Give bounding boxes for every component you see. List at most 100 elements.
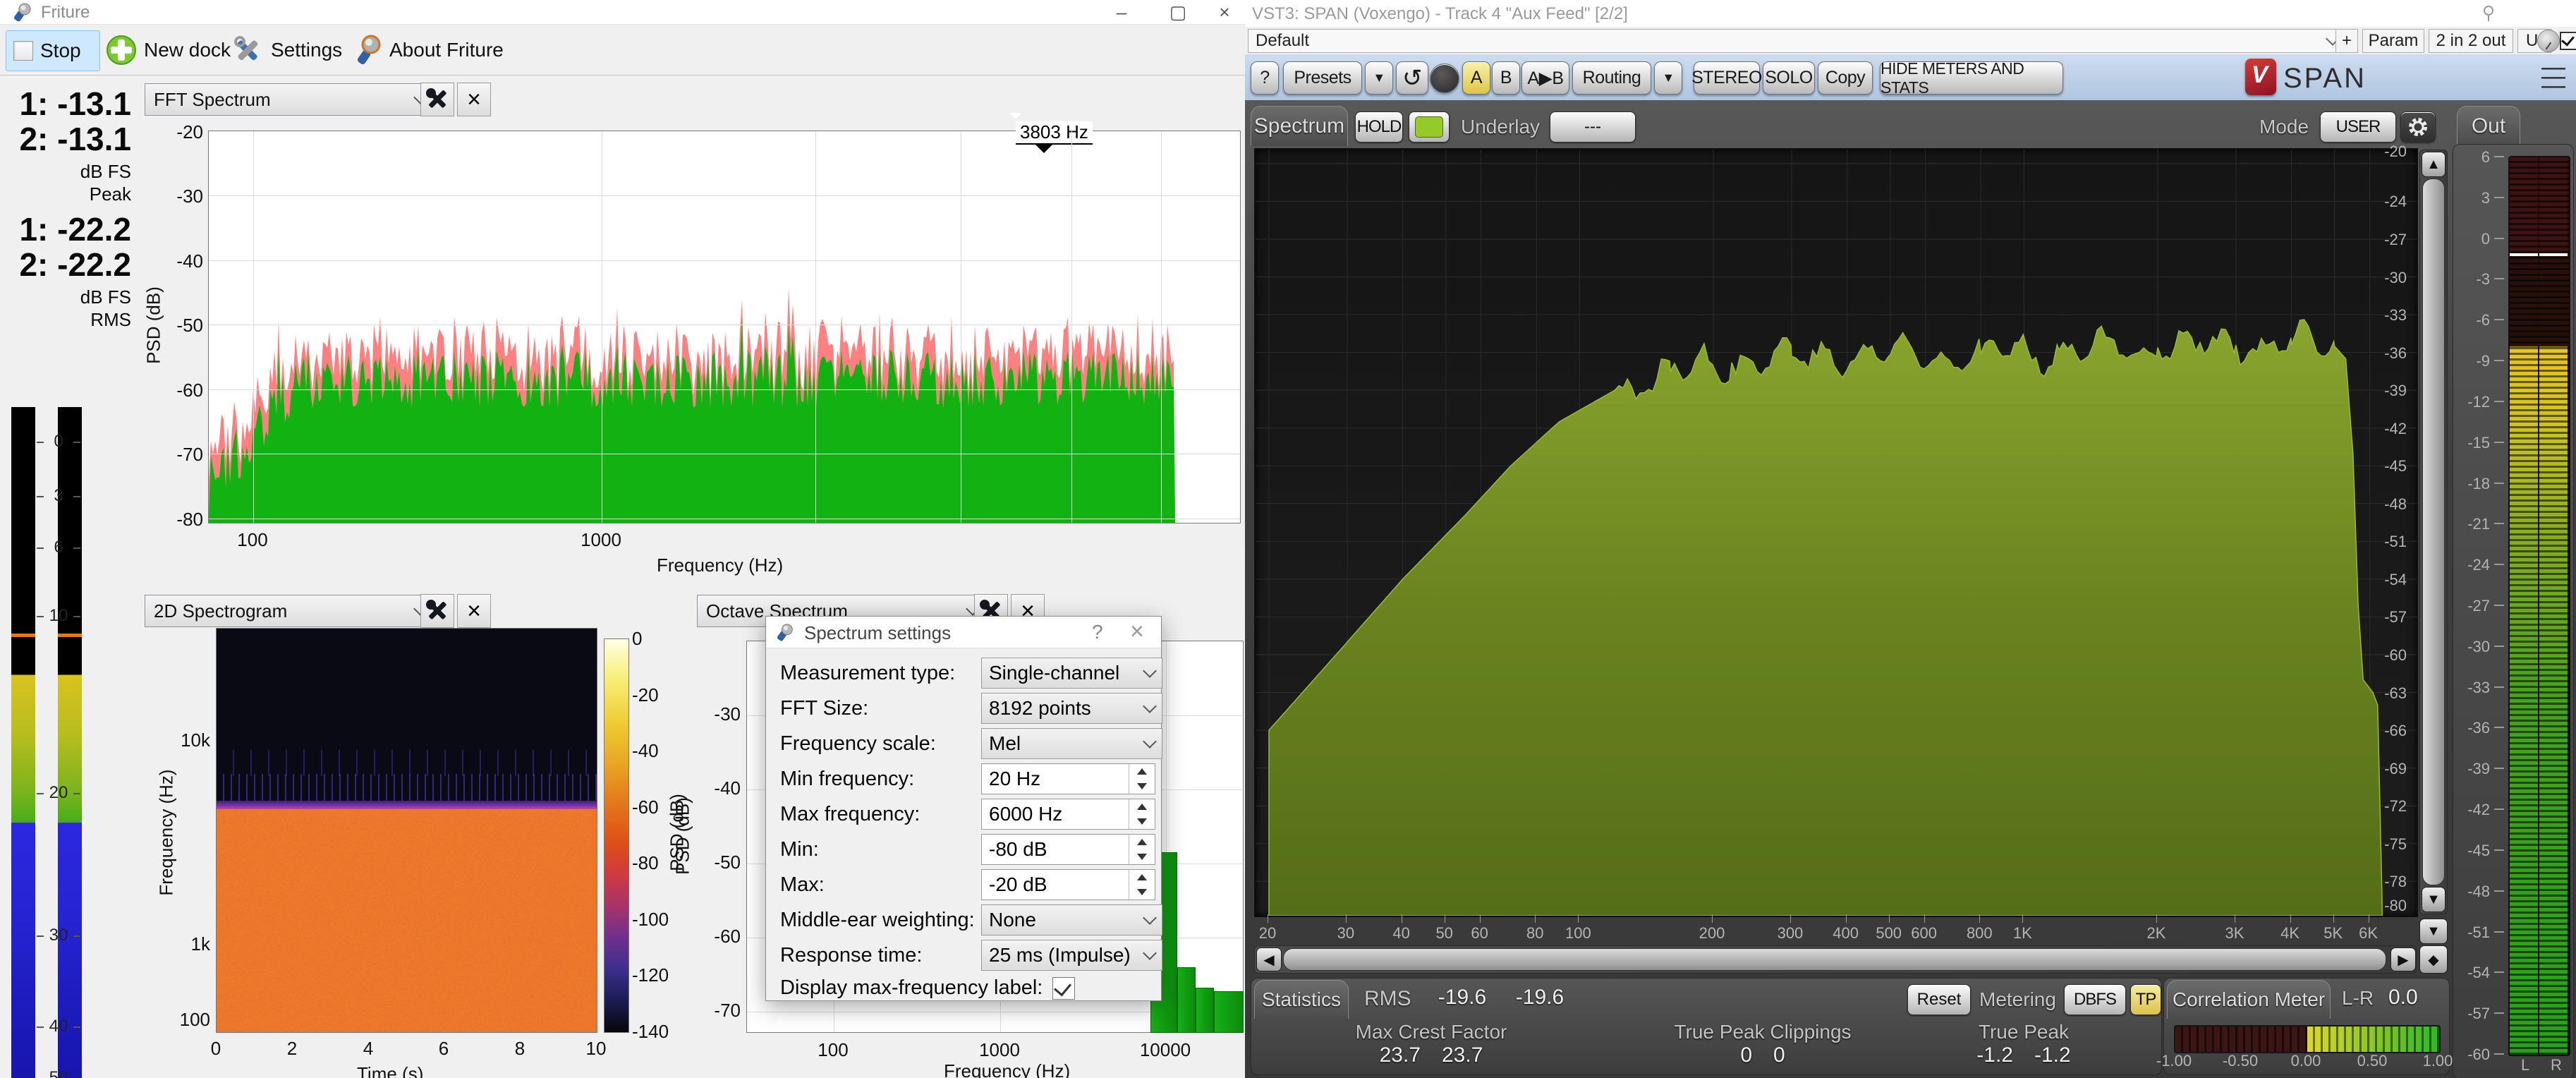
io-button[interactable]: 2 in 2 out <box>2429 29 2513 53</box>
settings-gear-button[interactable] <box>2400 111 2436 143</box>
spin-down-button[interactable] <box>1129 885 1155 900</box>
routing-dropdown-button[interactable]: ▼ <box>1654 61 1682 95</box>
fft-widget-selector-value: FFT Spectrum <box>154 89 271 111</box>
pin-icon[interactable] <box>2479 4 2498 23</box>
new-dock-label: New dock <box>144 39 231 61</box>
a-button[interactable]: A <box>1462 61 1490 95</box>
out-meter-tickmark <box>2494 238 2504 239</box>
tab-spectrum[interactable]: Spectrum <box>1251 106 1348 146</box>
rms-label: RMS <box>1364 987 1411 1011</box>
close-button[interactable]: × <box>1203 3 1246 21</box>
param-button[interactable]: Param <box>2362 29 2424 53</box>
help-button[interactable]: ? <box>1251 61 1279 95</box>
minimize-button[interactable]: – <box>1100 3 1143 21</box>
tp-button[interactable]: TP <box>2130 984 2161 1015</box>
spectrogram-close-button[interactable]: × <box>457 594 491 628</box>
dialog-combo-1[interactable]: 8192 points <box>981 693 1162 724</box>
zoom-vertical-button[interactable]: ▼ <box>2419 919 2448 944</box>
dialog-close-button[interactable]: × <box>1130 618 1144 646</box>
reset-button[interactable]: Reset <box>1907 984 1971 1015</box>
horizontal-scrollbar[interactable]: ◀ ▶ <box>1254 945 2417 974</box>
metering-label: Metering <box>1979 988 2056 1011</box>
out-meter-tickmark <box>2494 646 2504 647</box>
new-dock-button[interactable]: New dock <box>99 30 238 70</box>
scroll-left-button[interactable]: ◀ <box>1256 947 1282 971</box>
b-button[interactable]: B <box>1492 61 1520 95</box>
spin-down-button[interactable] <box>1129 814 1155 829</box>
hold-button[interactable]: HOLD <box>1355 111 1403 143</box>
scroll-down-button[interactable]: ▼ <box>2422 887 2446 912</box>
dialog-combo-0[interactable]: Single-channel <box>981 658 1162 689</box>
scroll-right-button[interactable]: ▶ <box>2390 947 2416 971</box>
spectrogram-widget-selector[interactable]: 2D Spectrogram <box>145 595 435 627</box>
stop-button[interactable]: Stop <box>6 30 100 71</box>
spin-up-button[interactable] <box>1129 764 1155 779</box>
about-mic-icon <box>354 35 382 66</box>
hide-meters-button[interactable]: HIDE METERS AND STATS <box>1880 61 2063 95</box>
solo-button[interactable]: SOLO <box>1763 61 1815 95</box>
scroll-up-button[interactable]: ▲ <box>2422 152 2446 177</box>
dialog-combo-2[interactable]: Mel <box>981 728 1162 759</box>
preset-combo[interactable]: Default <box>1248 29 2345 53</box>
dialog-combo-8[interactable]: 25 ms (Impulse) <box>981 940 1162 971</box>
spin-down-button[interactable] <box>1129 779 1155 794</box>
spectrogram-settings-button[interactable] <box>420 594 454 628</box>
colorbar-tick: -120 <box>632 964 676 986</box>
span-freq-tick: 60 <box>1459 924 1501 943</box>
dbfs-button[interactable]: DBFS <box>2064 984 2126 1015</box>
spin-up-button[interactable] <box>1129 870 1155 885</box>
tab-statistics[interactable]: Statistics <box>1254 980 1349 1019</box>
underlay-button[interactable]: --- <box>1550 111 1636 143</box>
a-to-b-button[interactable]: A▶B <box>1521 61 1569 95</box>
fft-close-button[interactable]: × <box>457 83 491 116</box>
spin-up-button[interactable] <box>1129 835 1155 849</box>
undo-button[interactable]: ↺ <box>1396 61 1428 95</box>
dialog-titlebar[interactable]: Spectrum settings ? × <box>766 617 1161 648</box>
dialog-help-button[interactable]: ? <box>1092 621 1103 643</box>
span-db-tick: -36 <box>2367 344 2407 363</box>
display-max-frequency-checkbox[interactable] <box>1052 977 1075 1000</box>
about-button[interactable]: About Friture <box>347 30 511 70</box>
zoom-horizontal-button[interactable]: ◆ <box>2419 945 2448 974</box>
presets-button[interactable]: Presets <box>1283 61 1362 95</box>
preset-add-button[interactable]: + <box>2335 29 2358 53</box>
spectrum-color-swatch[interactable] <box>1409 111 1450 143</box>
out-meter-tickmark <box>2494 1012 2504 1014</box>
reaper-titlebar[interactable]: VST3: SPAN (Voxengo) - Track 4 "Aux Feed… <box>1245 0 2576 27</box>
span-db-tick: -51 <box>2367 533 2407 551</box>
fx-enable-checkbox[interactable] <box>2560 32 2576 50</box>
mode-button[interactable]: USER <box>2320 111 2396 143</box>
horizontal-scrollbar-thumb[interactable] <box>1283 948 2386 971</box>
copy-button[interactable]: Copy <box>1818 61 1873 95</box>
vertical-scrollbar[interactable]: ▲ ▼ <box>2419 150 2448 914</box>
fft-widget-selector[interactable]: FFT Spectrum <box>145 83 435 116</box>
routing-button[interactable]: Routing <box>1572 61 1651 95</box>
fft-ytick: -20 <box>164 121 203 143</box>
dialog-combo-7[interactable]: None <box>981 904 1162 935</box>
vertical-scrollbar-thumb[interactable] <box>2422 178 2445 885</box>
tab-out[interactable]: Out <box>2457 106 2520 146</box>
menu-hamburger-icon[interactable]: ——— <box>2541 63 2567 91</box>
span-freq-tickmark <box>1535 914 1536 923</box>
dialog-spinbox-4[interactable]: 6000 Hz <box>981 799 1155 830</box>
span-db-tick: -33 <box>2367 306 2407 325</box>
wet-knob[interactable] <box>2537 30 2560 52</box>
history-knob[interactable] <box>1430 63 1459 93</box>
dialog-spinbox-5[interactable]: -80 dB <box>981 834 1155 865</box>
spin-down-button[interactable] <box>1129 849 1155 864</box>
friture-titlebar[interactable]: Friture – ▢ × <box>0 0 1245 25</box>
correlation-pair-label: L-R <box>2342 987 2374 1010</box>
presets-dropdown-button[interactable]: ▼ <box>1365 61 1393 95</box>
fft-settings-button[interactable] <box>420 83 454 116</box>
spin-up-button[interactable] <box>1129 799 1155 814</box>
dialog-spinbox-3[interactable]: 20 Hz <box>981 763 1155 794</box>
settings-button[interactable]: Settings <box>224 30 349 70</box>
reaper-window-title: VST3: SPAN (Voxengo) - Track 4 "Aux Feed… <box>1252 4 1628 24</box>
dialog-spinbox-6[interactable]: -20 dB <box>981 869 1155 900</box>
fft-gridline <box>209 260 1240 261</box>
maximize-button[interactable]: ▢ <box>1157 3 1199 21</box>
about-label: About Friture <box>389 39 504 61</box>
stereo-button[interactable]: STEREO <box>1694 61 1760 95</box>
tab-correlation-meter[interactable]: Correlation Meter <box>2167 980 2331 1019</box>
out-meter-tickmark <box>2494 1053 2504 1055</box>
